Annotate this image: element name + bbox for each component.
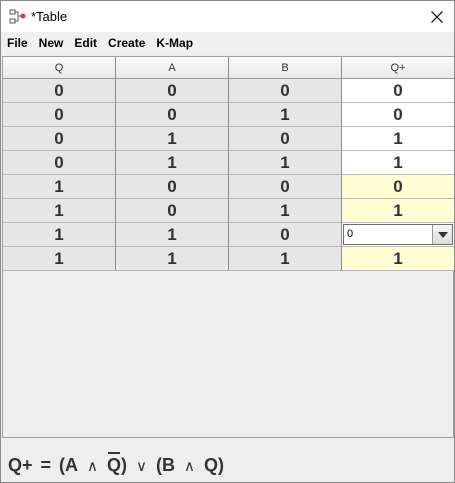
table-row: 1011 (3, 199, 454, 223)
app-logic-icon (9, 9, 27, 25)
table-row: 0101 (3, 127, 454, 151)
cell-b: 0 (229, 223, 342, 247)
cell-b: 0 (229, 79, 342, 103)
cell-q: 1 (3, 175, 116, 199)
title-bar[interactable]: *Table (1, 1, 454, 32)
close-icon (431, 10, 443, 23)
cell-q: 1 (3, 199, 116, 223)
column-header-b[interactable]: B (229, 57, 342, 79)
cell-q-next[interactable]: 1 (342, 151, 454, 175)
cell-a: 0 (116, 103, 229, 127)
cell-q: 0 (3, 79, 116, 103)
cell-b: 1 (229, 247, 342, 271)
boolean-expression: Q+ = (A ∧ Q ) ∨ (B ∧ Q) (8, 452, 224, 476)
cell-q-next[interactable]: 1 (342, 199, 454, 223)
cell-b: 1 (229, 103, 342, 127)
cell-a: 0 (116, 199, 229, 223)
cell-q: 1 (3, 247, 116, 271)
table-row: 0111 (3, 151, 454, 175)
cell-q: 1 (3, 223, 116, 247)
window-title: *Table (31, 9, 68, 24)
expression-term-a: (A (59, 455, 79, 475)
cell-a: 1 (116, 247, 229, 271)
truth-table-window: *Table File New Edit Create K-Map Q A B … (0, 0, 455, 483)
dropdown-arrow-button[interactable] (432, 225, 452, 244)
or-operator: ∨ (136, 458, 148, 475)
table-row: 1000 (3, 175, 454, 199)
and-operator-2: ∧ (184, 458, 195, 475)
menu-edit[interactable]: Edit (74, 36, 97, 50)
expression-panel: Q+ = (A ∧ Q ) ∨ (B ∧ Q) (1, 439, 454, 482)
cell-q-next[interactable]: 0 (342, 79, 454, 103)
menu-new[interactable]: New (39, 36, 64, 50)
expression-term-b: (B (156, 455, 176, 475)
menu-file[interactable]: File (7, 36, 28, 50)
cell-a: 1 (116, 127, 229, 151)
cell-a: 0 (116, 175, 229, 199)
column-header-a[interactable]: A (116, 57, 229, 79)
expression-term-q: Q) (204, 455, 224, 475)
cell-a: 1 (116, 223, 229, 247)
cell-b: 0 (229, 175, 342, 199)
cell-q: 0 (3, 151, 116, 175)
menu-create[interactable]: Create (108, 36, 145, 50)
table-row: 0000 (3, 79, 454, 103)
column-header-q[interactable]: Q (3, 57, 116, 79)
dropdown-selected-value: 0 (347, 228, 354, 240)
cell-q: 0 (3, 103, 116, 127)
table-row: 1100 (3, 223, 454, 247)
cell-q-next[interactable]: 0 (342, 103, 454, 127)
cell-q-next[interactable]: 1 (342, 247, 454, 271)
cell-q: 0 (3, 127, 116, 151)
table-row: 1111 (3, 247, 454, 271)
menu-bar: File New Edit Create K-Map (1, 32, 454, 54)
table-row: 0010 (3, 103, 454, 127)
cell-a: 1 (116, 151, 229, 175)
and-operator-1: ∧ (87, 458, 99, 475)
output-value-dropdown[interactable]: 0 (343, 224, 453, 245)
expression-lhs: Q+ (8, 455, 33, 475)
truth-table: Q A B Q+ 0000001001010111100010111100111… (2, 56, 454, 438)
table-header-row: Q A B Q+ (3, 57, 454, 81)
chevron-down-icon (437, 231, 448, 238)
cell-q-next[interactable]: 0 (342, 175, 454, 199)
close-button[interactable] (420, 1, 454, 32)
menu-kmap[interactable]: K-Map (156, 36, 193, 50)
cell-a: 0 (116, 79, 229, 103)
negated-variable-q: Q (107, 452, 122, 475)
cell-b: 1 (229, 199, 342, 223)
cell-q-next[interactable]: 0 (342, 223, 454, 247)
expression-equals: = (40, 455, 52, 475)
cell-b: 0 (229, 127, 342, 151)
cell-b: 1 (229, 151, 342, 175)
cell-q-next[interactable]: 1 (342, 127, 454, 151)
column-header-q-next[interactable]: Q+ (342, 57, 454, 79)
